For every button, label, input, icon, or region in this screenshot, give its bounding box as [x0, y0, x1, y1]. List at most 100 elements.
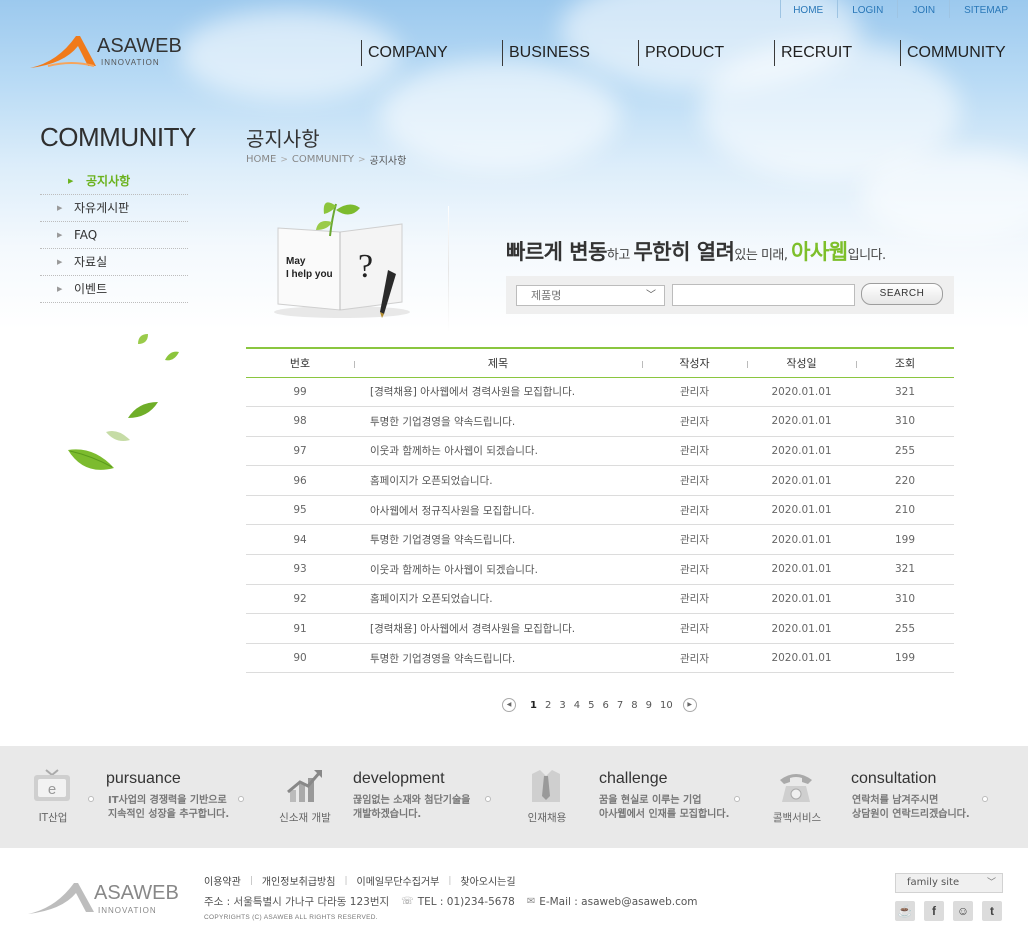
nav-product[interactable]: PRODUCT: [638, 40, 724, 66]
footer-logo[interactable]: ASAWEB INNOVATION: [26, 880, 179, 918]
breadcrumb-community[interactable]: COMMUNITY: [292, 154, 354, 165]
row-subject-link[interactable]: 홈페이지가 오픈되었습니다.: [354, 465, 642, 496]
slogan-bold-1: 빠르게 변동: [506, 240, 607, 264]
col-header-subject: 제목: [354, 348, 642, 377]
table-row[interactable]: 90 투명한 기업경영을 약속드립니다. 관리자 2020.01.01 199: [246, 643, 954, 674]
sidebar-item-archive[interactable]: ▶ 자료실: [40, 249, 188, 276]
facebook-icon[interactable]: f: [924, 901, 944, 921]
svg-text:e: e: [48, 781, 56, 798]
row-date: 2020.01.01: [747, 495, 856, 526]
row-date: 2020.01.01: [747, 554, 856, 585]
chevron-right-icon: >: [280, 154, 288, 165]
service-title: development: [353, 770, 445, 787]
sidebar-item-label: 공지사항: [86, 174, 131, 188]
table-row[interactable]: 97 이웃과 함께하는 아사웹이 되겠습니다. 관리자 2020.01.01 2…: [246, 436, 954, 467]
row-author: 관리자: [642, 643, 747, 674]
row-subject-link[interactable]: 투명한 기업경영을 약속드립니다.: [354, 406, 642, 437]
sidebar-item-free-board[interactable]: ▶ 자유게시판: [40, 195, 188, 222]
cafe-icon[interactable]: ☕: [895, 901, 915, 921]
service-title: consultation: [851, 770, 937, 787]
page-link[interactable]: 7: [617, 700, 623, 711]
util-login-link[interactable]: LOGIN: [837, 0, 897, 18]
row-number: 99: [246, 377, 354, 408]
row-number: 96: [246, 465, 354, 496]
row-subject-link[interactable]: 투명한 기업경영을 약속드립니다.: [354, 643, 642, 674]
table-row[interactable]: 95 아사웹에서 정규직사원을 모집합니다. 관리자 2020.01.01 21…: [246, 495, 954, 526]
row-views: 210: [856, 495, 954, 526]
search-input[interactable]: [672, 284, 855, 306]
book-text-line2: I help you: [286, 269, 333, 280]
nav-business[interactable]: BUSINESS: [502, 40, 590, 66]
search-button[interactable]: SEARCH: [861, 283, 943, 305]
family-site-select[interactable]: family site ﹀: [895, 873, 1003, 893]
util-home-link[interactable]: HOME: [780, 0, 837, 18]
row-subject-link[interactable]: [경력채용] 아사웹에서 경력사원을 모집합니다.: [354, 377, 642, 408]
util-sitemap-link[interactable]: SITEMAP: [949, 0, 1028, 18]
bullet-dot-icon: [238, 796, 244, 802]
footer-logo-brand: ASAWEB: [94, 882, 179, 904]
phone-icon: ☏: [401, 896, 414, 907]
service-item-callback[interactable]: 콜백서비스 consultation 연락처를 남겨주시면 상담원이 연락드리겠…: [762, 746, 1002, 848]
page-link[interactable]: 6: [602, 700, 608, 711]
prev-page-icon[interactable]: ◀: [502, 698, 516, 712]
logo-sub-text: INNOVATION: [101, 58, 160, 67]
telephone-icon: [780, 774, 812, 802]
talk-icon[interactable]: ☺: [953, 901, 973, 921]
table-row[interactable]: 93 이웃과 함께하는 아사웹이 되겠습니다. 관리자 2020.01.01 3…: [246, 554, 954, 585]
search-category-value: 제품명: [531, 289, 562, 302]
sidebar-item-notice[interactable]: ▶ 공지사항: [40, 168, 188, 195]
page-link-current[interactable]: 1: [530, 700, 537, 711]
sidebar-title: COMMUNITY: [40, 122, 196, 152]
sidebar-item-faq[interactable]: ▶ FAQ: [40, 222, 188, 249]
tv-e-icon: e: [34, 769, 70, 801]
service-item-recruit[interactable]: 인재채용 challenge 꿈을 현실로 이루는 기업 아사웹에서 인재를 모…: [512, 746, 752, 848]
row-subject-link[interactable]: 투명한 기업경영을 약속드립니다.: [354, 524, 642, 556]
row-subject-link[interactable]: 이웃과 함께하는 아사웹이 되겠습니다.: [354, 554, 642, 585]
footer-link-privacy[interactable]: 개인정보취급방침: [262, 873, 336, 888]
page-link[interactable]: 9: [646, 700, 652, 711]
table-row[interactable]: 92 홈페이지가 오픈되었습니다. 관리자 2020.01.01 310: [246, 584, 954, 615]
bullet-dot-icon: [734, 796, 740, 802]
row-subject-link[interactable]: [경력채용] 아사웹에서 경력사원을 모집합니다.: [354, 613, 642, 644]
book-illustration: May I help you ?: [270, 196, 420, 320]
next-page-icon[interactable]: ▶: [682, 698, 697, 712]
table-row[interactable]: 99 [경력채용] 아사웹에서 경력사원을 모집합니다. 관리자 2020.01…: [246, 377, 954, 408]
slogan-text-2: 있는 미래,: [734, 248, 792, 263]
table-row[interactable]: 94 투명한 기업경영을 약속드립니다. 관리자 2020.01.01 199: [246, 524, 954, 556]
page-link[interactable]: 4: [574, 700, 580, 711]
table-row[interactable]: 98 투명한 기업경영을 약속드립니다. 관리자 2020.01.01 310: [246, 406, 954, 437]
page-link[interactable]: 5: [588, 700, 594, 711]
page-link[interactable]: 3: [559, 700, 565, 711]
service-band: e IT산업 pursuance IT사업의 경쟁력을 기반으로 지속적인 성장…: [0, 746, 1028, 848]
breadcrumb-home[interactable]: HOME: [246, 154, 276, 165]
search-bar: 제품명 ﹀ SEARCH: [506, 276, 954, 314]
service-item-it[interactable]: e IT산업 pursuance IT사업의 경쟁력을 기반으로 지속적인 성장…: [18, 746, 258, 848]
row-subject-link[interactable]: 이웃과 함께하는 아사웹이 되겠습니다.: [354, 436, 642, 467]
search-category-select[interactable]: 제품명 ﹀: [516, 285, 665, 306]
footer-contact: 주소 : 서울특별시 가나구 다라동 123번지 ☏ TEL : 01)234-…: [204, 894, 698, 909]
nav-community[interactable]: COMMUNITY: [900, 40, 1006, 66]
page-link[interactable]: 8: [631, 700, 637, 711]
page-link[interactable]: 10: [660, 700, 673, 711]
twitter-icon[interactable]: t: [982, 901, 1002, 921]
footer-link-terms[interactable]: 이용약관: [204, 873, 241, 888]
footer-logo-sub: INNOVATION: [98, 906, 157, 915]
nav-company[interactable]: COMPANY: [361, 40, 448, 66]
footer-link-directions[interactable]: 찾아오시는길: [460, 873, 515, 888]
service-label: 인재채용: [527, 812, 567, 824]
leaf-decoration-icon: [165, 351, 179, 361]
row-date: 2020.01.01: [747, 377, 856, 408]
row-subject-link[interactable]: 아사웹에서 정규직사원을 모집합니다.: [354, 495, 642, 526]
util-join-link[interactable]: JOIN: [897, 0, 949, 18]
nav-recruit[interactable]: RECRUIT: [774, 40, 852, 66]
footer-link-email-policy[interactable]: 이메일무단수집거부: [357, 873, 440, 888]
service-item-materials[interactable]: 신소재 개발 development 끊임없는 소재와 첨단기술을 개발하겠습니…: [270, 746, 510, 848]
page-link[interactable]: 2: [545, 700, 551, 711]
table-row[interactable]: 91 [경력채용] 아사웹에서 경력사원을 모집합니다. 관리자 2020.01…: [246, 613, 954, 644]
site-logo[interactable]: ASAWEB INNOVATION: [28, 32, 182, 72]
bullet-dot-icon: [485, 796, 491, 802]
sidebar-item-event[interactable]: ▶ 이벤트: [40, 276, 188, 303]
table-row[interactable]: 96 홈페이지가 오픈되었습니다. 관리자 2020.01.01 220: [246, 465, 954, 496]
row-subject-link[interactable]: 홈페이지가 오픈되었습니다.: [354, 584, 642, 615]
row-views: 255: [856, 436, 954, 467]
